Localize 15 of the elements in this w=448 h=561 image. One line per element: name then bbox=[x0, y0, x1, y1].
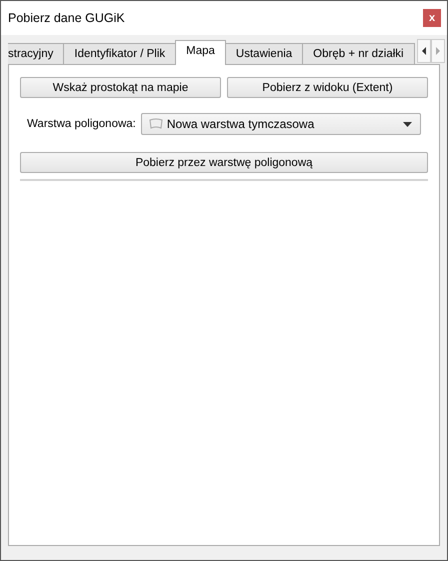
close-button[interactable]: x bbox=[423, 9, 441, 27]
layer-label: Warstwa poligonowa: bbox=[27, 118, 136, 130]
scroll-left-icon[interactable] bbox=[416, 39, 431, 63]
layer-dropdown[interactable]: Nowa warstwa tymczasowa bbox=[140, 113, 421, 135]
tab[interactable]: Obręb + nr działki bbox=[302, 43, 415, 65]
tab[interactable]: Identyfikator / Plik bbox=[63, 43, 176, 65]
polygon-icon bbox=[148, 118, 164, 130]
download-button[interactable]: Pobierz przez warstwę poligonową bbox=[20, 152, 428, 173]
dropdown-arrow-icon bbox=[402, 122, 412, 126]
window-title: Pobierz dane GUGiK bbox=[8, 11, 125, 25]
tab[interactable]: stracyjny bbox=[8, 43, 64, 65]
tab[interactable]: Mapa bbox=[175, 40, 226, 65]
action-button[interactable]: Pobierz z widoku (Extent) bbox=[227, 77, 428, 98]
tab[interactable]: Ustawienia bbox=[224, 43, 304, 65]
action-button[interactable]: Wskaż prostokąt na mapie bbox=[20, 77, 221, 98]
